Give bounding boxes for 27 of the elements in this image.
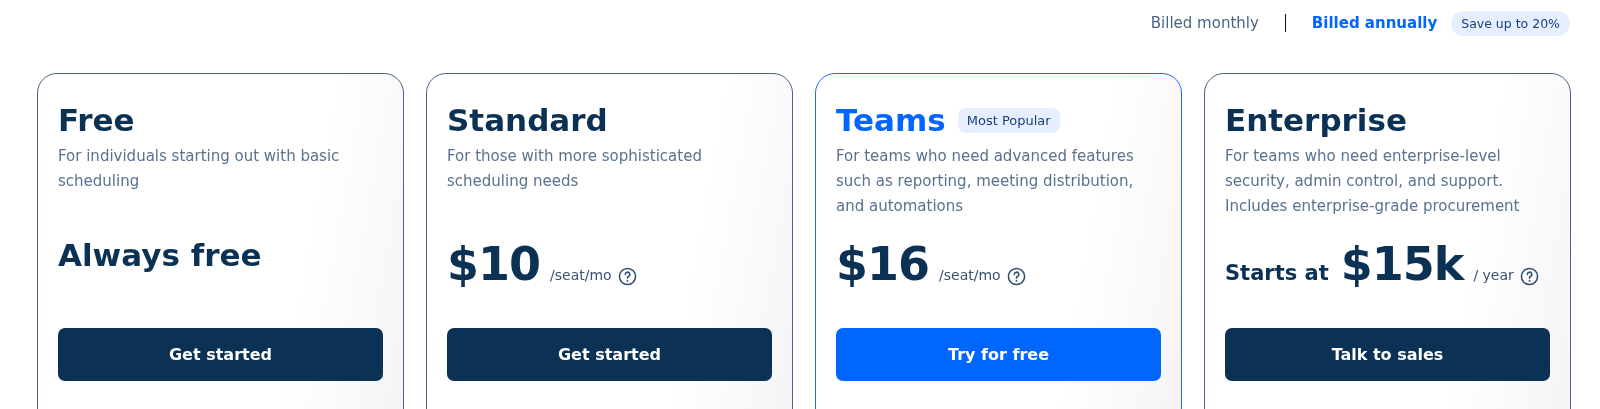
billing-option[interactable]: Billed annually: [1311, 14, 1438, 32]
price-unit: /seat/mo: [550, 267, 612, 283]
plan-description: For teams who need advanced features such as reporting, meeting distribution, and automations: [836, 146, 1135, 217]
plan-name: Standard: [447, 102, 608, 138]
price-unit: /seat/mo: [939, 267, 1001, 283]
price-amount: $16: [836, 237, 930, 291]
plan-name: Enterprise: [1225, 102, 1407, 138]
help-icon[interactable]: [1519, 266, 1539, 286]
plan-name: Free: [58, 102, 135, 138]
price-prefix: Starts at: [1225, 261, 1329, 285]
billing-option[interactable]: Billed monthly: [1150, 14, 1259, 32]
price-unit: / year: [1473, 267, 1514, 283]
discount-badge: Save up to 20%: [1451, 10, 1570, 36]
plan-name: Teams: [836, 102, 946, 138]
help-icon[interactable]: [1006, 266, 1026, 286]
plan-button[interactable]: Talk to sales: [1225, 328, 1550, 381]
plan-description: For teams who need enterprise-level security, admin control, and support. Includes enterprise-grade procurement: [1225, 146, 1521, 217]
plan-description: For individuals starting out with basic scheduling: [58, 146, 341, 192]
plan-button[interactable]: Get started: [447, 328, 772, 381]
plan-button[interactable]: Get started: [58, 328, 383, 381]
price-text: Always free: [58, 237, 262, 273]
plan-description: For those with more sophisticated scheduling needs: [447, 146, 703, 192]
help-icon[interactable]: [617, 266, 637, 286]
price-amount: $15k: [1340, 237, 1464, 291]
plan-button[interactable]: Try for free: [836, 328, 1161, 381]
popular-badge: Most Popular: [957, 107, 1060, 133]
price-amount: $10: [447, 237, 541, 291]
